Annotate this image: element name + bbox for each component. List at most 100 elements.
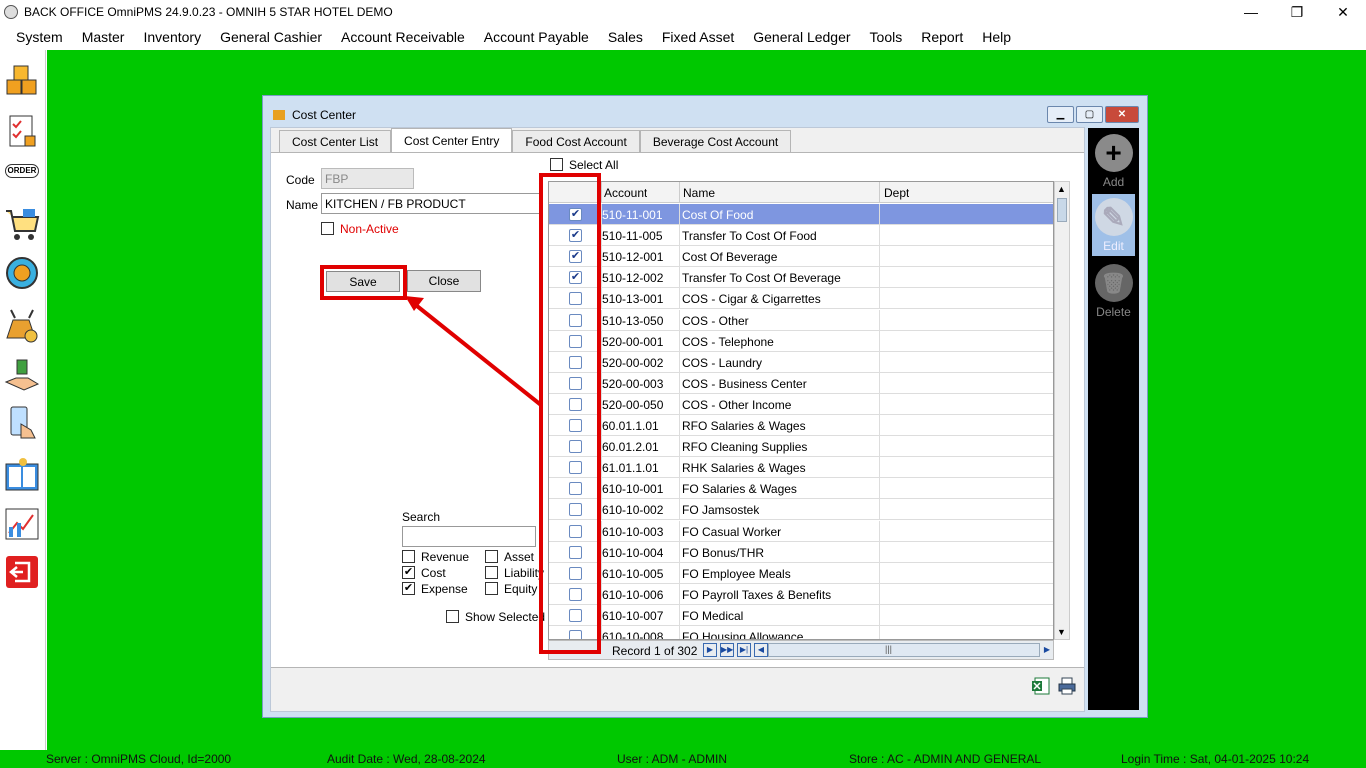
chart-icon[interactable] (3, 505, 41, 543)
table-row[interactable]: 61.01.1.01 RHK Salaries & Wages (549, 457, 1053, 479)
excel-export-icon[interactable] (1031, 676, 1051, 696)
status-bar: Server : OmniPMS Cloud, Id=2000 Audit Da… (0, 750, 1366, 768)
table-row[interactable]: 520-00-003 COS - Business Center (549, 372, 1053, 394)
boxes-icon[interactable] (3, 62, 41, 100)
table-row[interactable]: 610-10-007 FO Medical (549, 604, 1053, 626)
table-row[interactable]: 610-10-003 FO Casual Worker (549, 520, 1053, 542)
cell-account: 610-10-002 (602, 503, 664, 518)
filter-expense-checkbox[interactable]: ✔ (402, 582, 415, 595)
grid-vertical-scrollbar[interactable]: ▲ ▼ (1054, 181, 1070, 640)
filter-liability-checkbox[interactable] (485, 566, 498, 579)
table-row[interactable]: 610-10-008 FO Housing Allowance (549, 626, 1053, 639)
grid-header: Account Name Dept (549, 182, 1053, 203)
filter-equity-checkbox[interactable] (485, 582, 498, 595)
tab-cost-center-list[interactable]: Cost Center List (279, 130, 392, 152)
book-icon[interactable] (3, 456, 41, 494)
edit-button[interactable]: ✎ Edit (1092, 194, 1135, 256)
non-active-checkbox[interactable] (321, 222, 334, 235)
filter-asset-label: Asset (504, 550, 535, 564)
dialog-title: Cost Center (292, 108, 357, 122)
checklist-icon[interactable] (3, 112, 41, 150)
filter-cost-checkbox[interactable]: ✔ (402, 566, 415, 579)
scroll-right-icon[interactable]: ▶ (1041, 643, 1053, 657)
table-row[interactable]: 610-10-002 FO Jamsostek (549, 499, 1053, 521)
refresh-globe-icon[interactable] (3, 254, 41, 292)
table-row[interactable]: 520-00-050 COS - Other Income (549, 393, 1053, 415)
column-header-name[interactable]: Name (683, 186, 715, 200)
table-row[interactable]: 610-10-006 FO Payroll Taxes & Benefits (549, 583, 1053, 605)
table-row[interactable]: 610-10-001 FO Salaries & Wages (549, 478, 1053, 500)
scroll-left-icon[interactable]: ◀ (754, 643, 768, 657)
tab-food-cost-account[interactable]: Food Cost Account (512, 130, 640, 152)
menu-general-ledger[interactable]: General Ledger (753, 29, 850, 45)
name-field[interactable]: KITCHEN / FB PRODUCT (321, 193, 543, 214)
menu-account-receivable[interactable]: Account Receivable (341, 29, 465, 45)
menu-fixed-asset[interactable]: Fixed Asset (662, 29, 734, 45)
table-row[interactable]: 610-10-004 FO Bonus/THR (549, 541, 1053, 563)
column-header-dept[interactable]: Dept (884, 186, 909, 200)
close-window-button[interactable]: ✕ (1320, 0, 1366, 24)
menu-general-cashier[interactable]: General Cashier (220, 29, 322, 45)
menu-tools[interactable]: Tools (870, 29, 903, 45)
status-store: Store : AC - ADMIN AND GENERAL (849, 752, 1042, 766)
menu-master[interactable]: Master (82, 29, 125, 45)
table-row[interactable]: ✔ 510-11-005 Transfer To Cost Of Food (549, 225, 1053, 247)
phone-touch-icon[interactable] (3, 404, 41, 442)
menu-sales[interactable]: Sales (608, 29, 643, 45)
grid-horizontal-scrollbar[interactable]: ||| (768, 643, 1040, 657)
next-page-icon[interactable]: ▶▶ (720, 643, 734, 657)
menu-help[interactable]: Help (982, 29, 1011, 45)
scroll-thumb[interactable] (1057, 198, 1067, 222)
column-header-account[interactable]: Account (604, 186, 647, 200)
scroll-down-icon[interactable]: ▼ (1057, 627, 1066, 637)
dialog-close-button[interactable]: ✕ (1105, 106, 1139, 123)
hand-money-icon[interactable] (3, 356, 41, 394)
table-row[interactable]: 510-13-001 COS - Cigar & Cigarrettes (549, 288, 1053, 310)
cell-name: COS - Other Income (682, 397, 792, 412)
exit-icon[interactable] (3, 553, 41, 591)
table-row[interactable]: ✔ 510-12-001 Cost Of Beverage (549, 246, 1053, 268)
table-row[interactable]: 60.01.1.01 RFO Salaries & Wages (549, 415, 1053, 436)
order-icon[interactable]: ORDER (3, 162, 41, 192)
table-row[interactable]: 520-00-002 COS - Laundry (549, 351, 1053, 373)
money-bag-icon[interactable] (3, 306, 41, 344)
table-row[interactable]: 610-10-005 FO Employee Meals (549, 562, 1053, 584)
menu-inventory[interactable]: Inventory (143, 29, 201, 45)
next-record-icon[interactable]: ▶ (703, 643, 717, 657)
menu-account-payable[interactable]: Account Payable (484, 29, 589, 45)
cell-account: 510-12-002 (602, 271, 664, 286)
table-row[interactable]: ✔ 510-11-001 Cost Of Food (549, 204, 1053, 225)
menu-report[interactable]: Report (921, 29, 963, 45)
save-highlight-box (320, 265, 407, 300)
tab-cost-center-entry[interactable]: Cost Center Entry (391, 128, 513, 153)
minimize-button[interactable]: — (1228, 0, 1274, 24)
trash-icon: 🗑 (1094, 264, 1133, 302)
add-button[interactable]: + Add (1092, 130, 1135, 192)
table-row[interactable]: 520-00-001 COS - Telephone (549, 330, 1053, 352)
table-row[interactable]: 510-13-050 COS - Other (549, 309, 1053, 331)
cell-name: COS - Cigar & Cigarrettes (682, 292, 821, 307)
table-row[interactable]: ✔ 510-12-002 Transfer To Cost Of Beverage (549, 267, 1053, 289)
dialog-maximize-button[interactable]: ▢ (1076, 106, 1103, 123)
cell-name: RFO Salaries & Wages (682, 419, 806, 433)
last-record-icon[interactable]: ▶| (737, 643, 751, 657)
dialog-minimize-button[interactable]: ▁ (1047, 106, 1074, 123)
menu-system[interactable]: System (16, 29, 63, 45)
scroll-up-icon[interactable]: ▲ (1057, 184, 1066, 194)
table-row[interactable]: 60.01.2.01 RFO Cleaning Supplies (549, 436, 1053, 458)
filter-revenue-checkbox[interactable] (402, 550, 415, 563)
select-all-checkbox[interactable] (550, 158, 563, 171)
status-server: Server : OmniPMS Cloud, Id=2000 (46, 752, 232, 766)
show-selected-checkbox[interactable] (446, 610, 459, 623)
cart-icon[interactable] (3, 205, 41, 243)
search-label: Search (402, 510, 441, 524)
tab-beverage-cost-account[interactable]: Beverage Cost Account (639, 130, 792, 152)
cell-name: COS - Other (682, 313, 749, 328)
select-all-label: Select All (569, 158, 619, 172)
close-button[interactable]: Close (407, 270, 481, 292)
restore-button[interactable]: ❐ (1274, 0, 1320, 24)
search-input[interactable] (402, 526, 536, 547)
filter-asset-checkbox[interactable] (485, 550, 498, 563)
delete-button[interactable]: 🗑 Delete (1092, 260, 1135, 322)
print-icon[interactable] (1057, 677, 1077, 695)
